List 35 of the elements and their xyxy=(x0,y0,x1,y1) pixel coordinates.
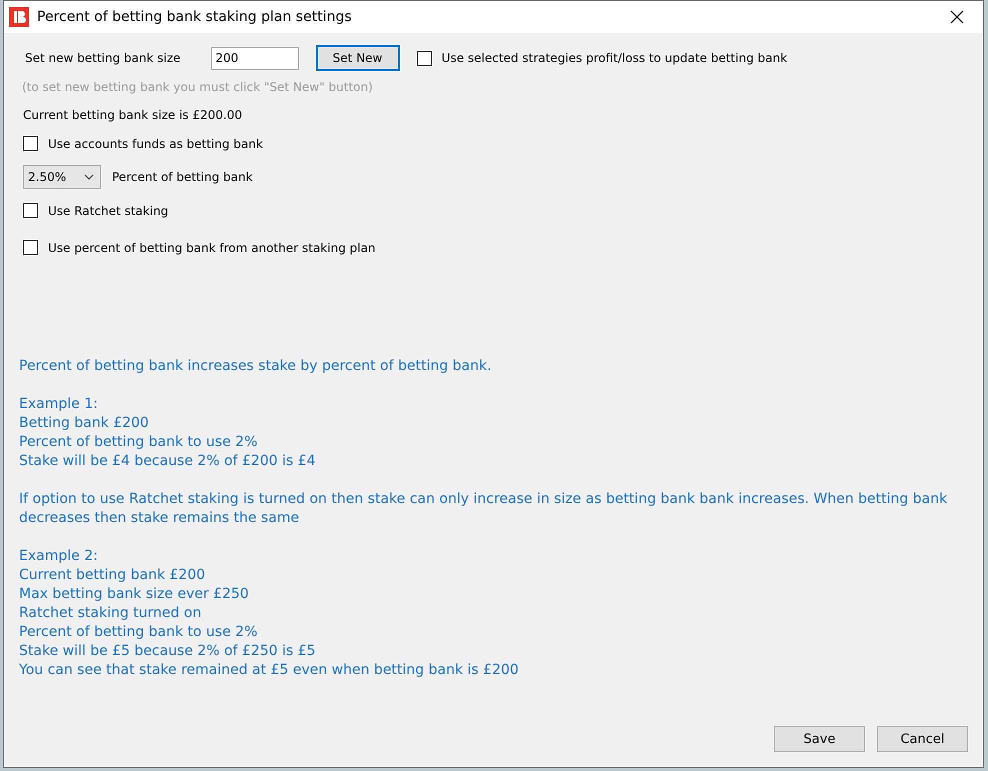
checkbox[interactable] xyxy=(416,50,432,66)
help-text: Percent of betting bank to use 2% xyxy=(19,623,258,642)
set-new-button[interactable]: Set New xyxy=(316,45,400,71)
checkbox-label: Use percent of betting bank from another staking plan xyxy=(48,240,376,254)
app-logo-icon xyxy=(9,7,29,27)
checkbox-label: Use Ratchet staking xyxy=(48,204,168,218)
hint-text: (to set new betting bank you must click "Set New" button) xyxy=(22,80,373,94)
cancel-button[interactable]: Cancel xyxy=(877,726,968,752)
bank-size-label: Set new betting bank size xyxy=(25,51,181,65)
help-text: Stake will be £5 because 2% of £250 is £5 xyxy=(19,642,317,661)
current-bank-text: Current betting bank size is £200.00 xyxy=(23,108,242,122)
help-text: Percent of betting bank to use 2% xyxy=(19,433,258,452)
checkbox-label: Use selected strategies profit/loss to update betting bank xyxy=(442,51,788,65)
help-text: If option to use Ratchet staking is turned on then stake can only increase in size as betting bank bank increases. When betting bank decreases then stake remains the same xyxy=(19,490,948,528)
save-button[interactable]: Save xyxy=(774,726,865,752)
percent-label: Percent of betting bank xyxy=(112,170,253,184)
window-title: Percent of betting bank staking plan settings xyxy=(37,9,353,25)
checkbox[interactable] xyxy=(23,136,38,151)
chevron-down-icon xyxy=(84,174,94,180)
help-text: Example 1: xyxy=(19,395,99,414)
checkbox-label: Use accounts funds as betting bank xyxy=(48,136,263,150)
help-text: Max betting bank size ever £250 xyxy=(19,585,250,604)
dropdown-value: 2.50% xyxy=(28,170,66,184)
bank-size-field[interactable]: 200 xyxy=(210,46,299,70)
help-text: Ratchet staking turned on xyxy=(19,604,202,623)
help-text: Percent of betting bank increases stake by percent of betting bank. xyxy=(19,357,492,376)
checkbox[interactable] xyxy=(23,240,38,255)
close-icon xyxy=(950,10,964,24)
percent-dropdown[interactable]: 2.50% xyxy=(23,165,101,189)
help-text: You can see that stake remained at £5 even when betting bank is £200 xyxy=(19,661,520,680)
help-text: Current betting bank £200 xyxy=(19,566,206,585)
help-text: Stake will be £4 because 2% of £200 is £4 xyxy=(19,452,317,471)
help-text: Example 2: xyxy=(19,547,99,566)
help-text: Betting bank £200 xyxy=(19,414,150,433)
checkbox[interactable] xyxy=(23,203,38,218)
